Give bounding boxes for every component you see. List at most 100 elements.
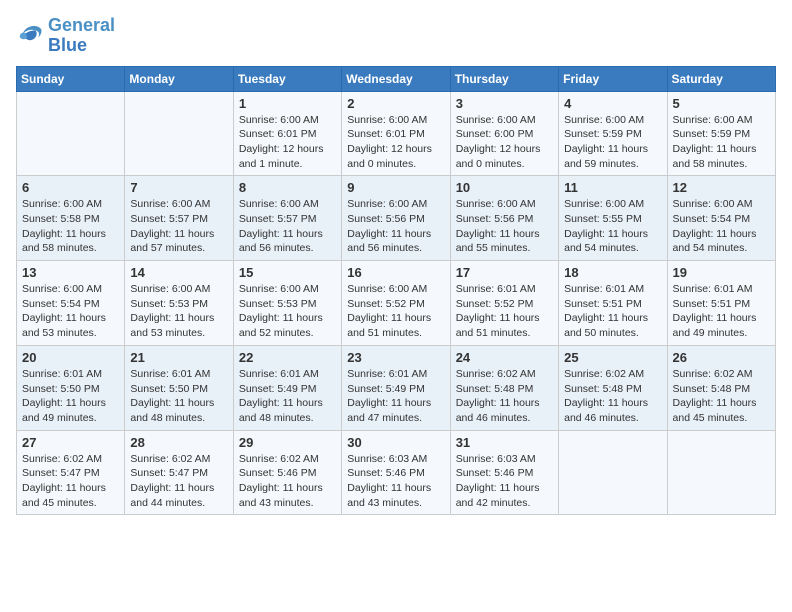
day-cell — [559, 430, 667, 515]
day-number: 13 — [22, 265, 119, 280]
week-row-2: 6Sunrise: 6:00 AMSunset: 5:58 PMDaylight… — [17, 176, 776, 261]
day-cell: 17 Sunrise: 6:01 AMSunset: 5:52 PMDayligh… — [450, 261, 558, 346]
day-number: 31 — [456, 435, 553, 450]
day-info: Sunrise: 6:02 AMSunset: 5:47 PMDaylight:… — [22, 452, 119, 511]
day-info: Sunrise: 6:00 AMSunset: 5:54 PMDaylight:… — [673, 197, 770, 256]
day-info: Sunrise: 6:02 AMSunset: 5:48 PMDaylight:… — [456, 367, 553, 426]
day-info: Sunrise: 6:00 AMSunset: 6:01 PMDaylight:… — [347, 113, 444, 172]
week-row-3: 13 Sunrise: 6:00 AMSunset: 5:54 PMDayligh… — [17, 261, 776, 346]
calendar-header-row: SundayMondayTuesdayWednesdayThursdayFrid… — [17, 66, 776, 91]
day-number: 5 — [673, 96, 770, 111]
day-cell: 7 Sunrise: 6:00 AMSunset: 5:57 PMDaylight… — [125, 176, 233, 261]
day-info: Sunrise: 6:01 AMSunset: 5:50 PMDaylight:… — [130, 367, 227, 426]
day-info: Sunrise: 6:02 AMSunset: 5:48 PMDaylight:… — [564, 367, 661, 426]
day-info: Sunrise: 6:00 AMSunset: 5:56 PMDaylight:… — [347, 197, 444, 256]
day-number: 3 — [456, 96, 553, 111]
day-number: 7 — [130, 180, 227, 195]
day-cell: 5 Sunrise: 6:00 AMSunset: 5:59 PMDaylight… — [667, 91, 775, 176]
day-number: 2 — [347, 96, 444, 111]
day-cell: 22 Sunrise: 6:01 AMSunset: 5:49 PMDayligh… — [233, 345, 341, 430]
day-cell — [667, 430, 775, 515]
day-number: 19 — [673, 265, 770, 280]
day-info: Sunrise: 6:02 AMSunset: 5:46 PMDaylight:… — [239, 452, 336, 511]
day-info: Sunrise: 6:00 AMSunset: 6:00 PMDaylight:… — [456, 113, 553, 172]
day-number: 4 — [564, 96, 661, 111]
day-number: 16 — [347, 265, 444, 280]
day-cell — [125, 91, 233, 176]
day-number: 27 — [22, 435, 119, 450]
day-cell: 23 Sunrise: 6:01 AMSunset: 5:49 PMDayligh… — [342, 345, 450, 430]
day-number: 14 — [130, 265, 227, 280]
day-number: 17 — [456, 265, 553, 280]
day-number: 12 — [673, 180, 770, 195]
day-number: 22 — [239, 350, 336, 365]
day-info: Sunrise: 6:01 AMSunset: 5:49 PMDaylight:… — [347, 367, 444, 426]
day-info: Sunrise: 6:00 AMSunset: 5:59 PMDaylight:… — [564, 113, 661, 172]
day-cell: 6Sunrise: 6:00 AMSunset: 5:58 PMDaylight… — [17, 176, 125, 261]
day-info: Sunrise: 6:01 AMSunset: 5:49 PMDaylight:… — [239, 367, 336, 426]
col-header-tuesday: Tuesday — [233, 66, 341, 91]
day-info: Sunrise: 6:00 AMSunset: 5:57 PMDaylight:… — [130, 197, 227, 256]
day-cell: 18 Sunrise: 6:01 AMSunset: 5:51 PMDayligh… — [559, 261, 667, 346]
day-number: 28 — [130, 435, 227, 450]
day-cell: 26 Sunrise: 6:02 AMSunset: 5:48 PMDayligh… — [667, 345, 775, 430]
week-row-4: 20 Sunrise: 6:01 AMSunset: 5:50 PMDayligh… — [17, 345, 776, 430]
day-cell: 4 Sunrise: 6:00 AMSunset: 5:59 PMDaylight… — [559, 91, 667, 176]
day-number: 1 — [239, 96, 336, 111]
day-info: Sunrise: 6:01 AMSunset: 5:51 PMDaylight:… — [564, 282, 661, 341]
day-info: Sunrise: 6:00 AMSunset: 5:57 PMDaylight:… — [239, 197, 336, 256]
col-header-saturday: Saturday — [667, 66, 775, 91]
day-cell: 2 Sunrise: 6:00 AMSunset: 6:01 PMDaylight… — [342, 91, 450, 176]
logo-icon — [16, 22, 44, 50]
day-number: 23 — [347, 350, 444, 365]
col-header-monday: Monday — [125, 66, 233, 91]
day-number: 10 — [456, 180, 553, 195]
day-info: Sunrise: 6:01 AMSunset: 5:50 PMDaylight:… — [22, 367, 119, 426]
day-cell: 29Sunrise: 6:02 AMSunset: 5:46 PMDayligh… — [233, 430, 341, 515]
day-info: Sunrise: 6:00 AMSunset: 5:55 PMDaylight:… — [564, 197, 661, 256]
day-cell: 9 Sunrise: 6:00 AMSunset: 5:56 PMDaylight… — [342, 176, 450, 261]
logo-text: General Blue — [48, 16, 115, 56]
day-cell: 11 Sunrise: 6:00 AMSunset: 5:55 PMDayligh… — [559, 176, 667, 261]
day-info: Sunrise: 6:00 AMSunset: 5:59 PMDaylight:… — [673, 113, 770, 172]
day-cell — [17, 91, 125, 176]
day-info: Sunrise: 6:02 AMSunset: 5:47 PMDaylight:… — [130, 452, 227, 511]
day-cell: 21Sunrise: 6:01 AMSunset: 5:50 PMDayligh… — [125, 345, 233, 430]
day-info: Sunrise: 6:03 AMSunset: 5:46 PMDaylight:… — [456, 452, 553, 511]
day-info: Sunrise: 6:00 AMSunset: 5:54 PMDaylight:… — [22, 282, 119, 341]
day-info: Sunrise: 6:01 AMSunset: 5:52 PMDaylight:… — [456, 282, 553, 341]
day-info: Sunrise: 6:00 AMSunset: 6:01 PMDaylight:… — [239, 113, 336, 172]
day-info: Sunrise: 6:02 AMSunset: 5:48 PMDaylight:… — [673, 367, 770, 426]
day-info: Sunrise: 6:00 AMSunset: 5:56 PMDaylight:… — [456, 197, 553, 256]
day-number: 9 — [347, 180, 444, 195]
day-cell: 27 Sunrise: 6:02 AMSunset: 5:47 PMDayligh… — [17, 430, 125, 515]
page-header: General Blue — [16, 16, 776, 56]
col-header-wednesday: Wednesday — [342, 66, 450, 91]
day-info: Sunrise: 6:03 AMSunset: 5:46 PMDaylight:… — [347, 452, 444, 511]
day-cell: 12 Sunrise: 6:00 AMSunset: 5:54 PMDayligh… — [667, 176, 775, 261]
day-cell: 3 Sunrise: 6:00 AMSunset: 6:00 PMDaylight… — [450, 91, 558, 176]
day-info: Sunrise: 6:01 AMSunset: 5:51 PMDaylight:… — [673, 282, 770, 341]
day-cell: 25 Sunrise: 6:02 AMSunset: 5:48 PMDayligh… — [559, 345, 667, 430]
col-header-friday: Friday — [559, 66, 667, 91]
day-cell: 16 Sunrise: 6:00 AMSunset: 5:52 PMDayligh… — [342, 261, 450, 346]
day-number: 26 — [673, 350, 770, 365]
col-header-thursday: Thursday — [450, 66, 558, 91]
day-cell: 28 Sunrise: 6:02 AMSunset: 5:47 PMDayligh… — [125, 430, 233, 515]
logo: General Blue — [16, 16, 115, 56]
week-row-1: 1 Sunrise: 6:00 AMSunset: 6:01 PMDaylight… — [17, 91, 776, 176]
day-number: 20 — [22, 350, 119, 365]
day-number: 24 — [456, 350, 553, 365]
col-header-sunday: Sunday — [17, 66, 125, 91]
day-cell: 20 Sunrise: 6:01 AMSunset: 5:50 PMDayligh… — [17, 345, 125, 430]
day-cell: 15Sunrise: 6:00 AMSunset: 5:53 PMDayligh… — [233, 261, 341, 346]
day-number: 11 — [564, 180, 661, 195]
day-number: 25 — [564, 350, 661, 365]
day-info: Sunrise: 6:00 AMSunset: 5:52 PMDaylight:… — [347, 282, 444, 341]
day-cell: 19 Sunrise: 6:01 AMSunset: 5:51 PMDayligh… — [667, 261, 775, 346]
day-cell: 1 Sunrise: 6:00 AMSunset: 6:01 PMDaylight… — [233, 91, 341, 176]
day-info: Sunrise: 6:00 AMSunset: 5:58 PMDaylight:… — [22, 197, 119, 256]
week-row-5: 27 Sunrise: 6:02 AMSunset: 5:47 PMDayligh… — [17, 430, 776, 515]
day-number: 30 — [347, 435, 444, 450]
day-number: 18 — [564, 265, 661, 280]
